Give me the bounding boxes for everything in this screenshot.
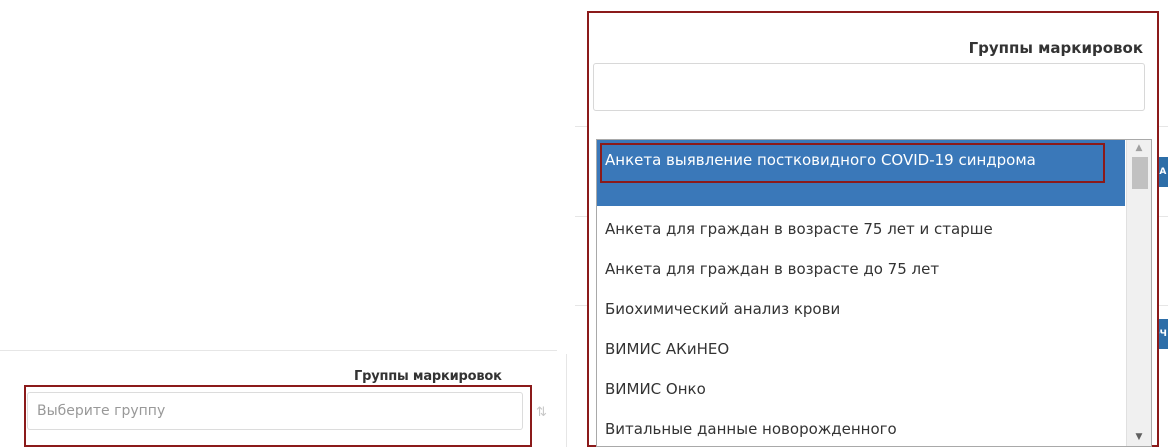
dropdown-option[interactable]: Витальные данные новорожденного <box>597 412 1125 446</box>
marking-group-select[interactable]: Выберите группу <box>27 392 523 430</box>
scroll-thumb[interactable] <box>1132 157 1148 189</box>
dropdown-option[interactable]: Анкета для граждан в возрасте 75 лет и с… <box>597 212 1125 246</box>
scroll-down-icon[interactable]: ▼ <box>1127 429 1151 446</box>
sort-icon[interactable]: ⇅ <box>536 405 547 420</box>
dropdown-option-list[interactable]: Анкета выявление постковидного COVID-19 … <box>596 139 1152 447</box>
marking-groups-dropdown-panel: Группы маркировок Анкета выявление постк… <box>587 11 1159 447</box>
bg-divider <box>0 350 557 351</box>
option-selected[interactable]: Анкета выявление постковидного COVID-19 … <box>597 140 1125 206</box>
dropdown-option[interactable]: Биохимический анализ крови <box>597 292 1125 326</box>
dropdown-title: Группы маркировок <box>968 39 1143 57</box>
dropdown-option[interactable]: ВИМИС АКиНЕО <box>597 332 1125 366</box>
dropdown-search-input[interactable] <box>593 63 1145 111</box>
dropdown-option[interactable]: Анкета для граждан в возрасте до 75 лет <box>597 252 1125 286</box>
scroll-up-icon[interactable]: ▲ <box>1127 140 1151 157</box>
options-viewport: Анкета выявление постковидного COVID-19 … <box>597 140 1125 446</box>
select-placeholder: Выберите группу <box>37 403 166 419</box>
bg-column-divider <box>566 354 567 447</box>
list-scrollbar[interactable]: ▲ ▼ <box>1126 140 1151 446</box>
dropdown-option[interactable]: ВИМИС Онко <box>597 372 1125 406</box>
marking-groups-label: Группы маркировок <box>354 369 502 384</box>
